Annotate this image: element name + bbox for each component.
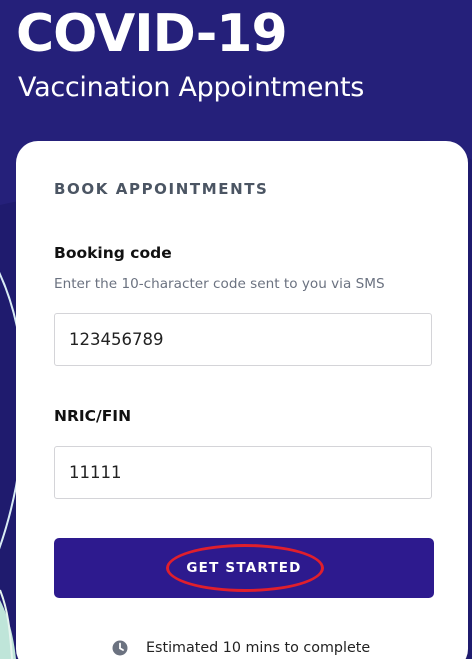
section-heading: BOOK APPOINTMENTS — [54, 180, 269, 198]
nric-input[interactable] — [54, 446, 432, 499]
page-subtitle: Vaccination Appointments — [18, 72, 365, 103]
booking-code-helper: Enter the 10-character code sent to you … — [54, 276, 385, 292]
booking-code-input[interactable] — [54, 313, 432, 366]
estimate-row: Estimated 10 mins to complete — [112, 637, 370, 659]
page-title: COVID-19 — [16, 4, 288, 64]
get-started-button[interactable]: GET STARTED — [54, 538, 434, 598]
estimate-text: Estimated 10 mins to complete — [146, 640, 371, 656]
clock-icon — [112, 640, 128, 656]
booking-code-label: Booking code — [54, 244, 172, 262]
booking-card: BOOK APPOINTMENTS Booking code Enter the… — [16, 141, 468, 659]
nric-label: NRIC/FIN — [54, 407, 132, 425]
booking-page: COVID-19 Vaccination Appointments BOOK A… — [0, 0, 472, 659]
